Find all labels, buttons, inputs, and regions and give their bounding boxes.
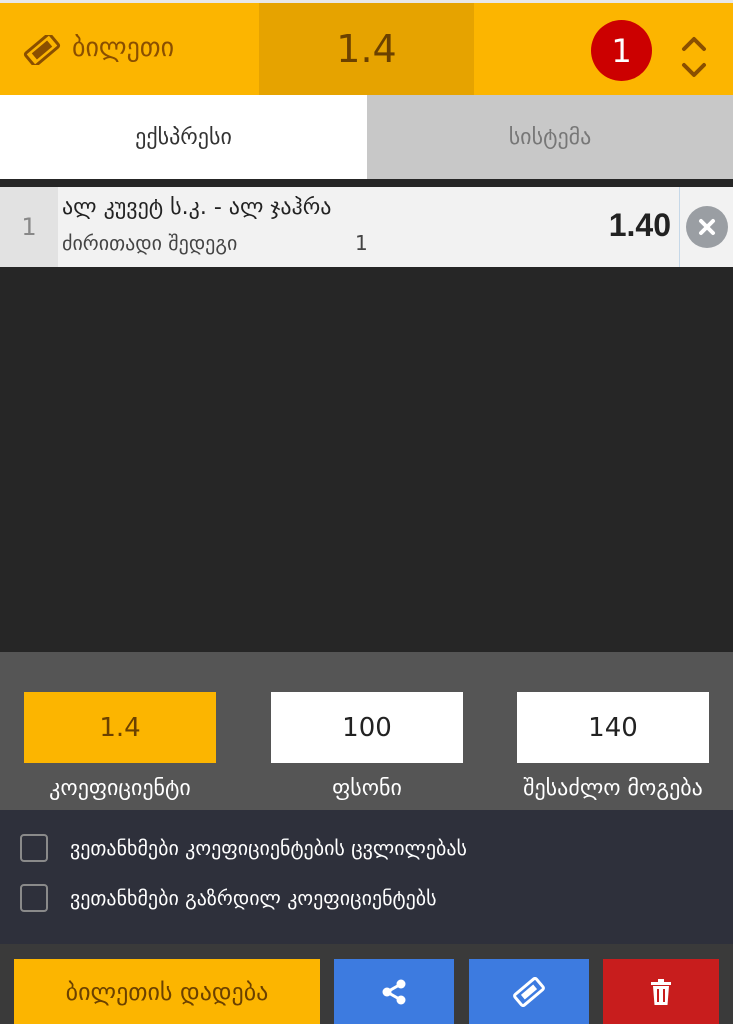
action-bar: ბილეთის დადება [0, 944, 733, 1024]
possible-win-value: 140 [517, 692, 709, 763]
possible-win-label: შესაძლო მოგება [523, 776, 703, 801]
stake-label: ფსონი [332, 776, 402, 801]
close-icon [685, 206, 728, 248]
trash-icon [651, 978, 671, 1005]
agreements-section: ვეთანხმები კოეფიციენტების ცვლილებას ვეთა… [0, 810, 733, 944]
delete-button[interactable] [603, 959, 719, 1024]
ticket-icon [513, 976, 545, 1007]
share-icon [382, 979, 406, 1004]
accept-odds-change-checkbox[interactable] [20, 834, 48, 862]
bet-count-badge: 1 [591, 20, 652, 81]
selection-odds: 1.40 [608, 207, 671, 243]
accept-odds-change-label: ვეთანხმები კოეფიციენტების ცვლილებას [70, 836, 467, 860]
total-odds-value: 1.4 [336, 27, 397, 71]
expand-collapse-icon[interactable] [678, 33, 710, 81]
match-name: ალ კუვეტ ს.კ. - ალ ჯაჰრა [62, 195, 332, 220]
accept-odds-change-option[interactable]: ვეთანხმები კოეფიციენტების ცვლილებას [20, 834, 467, 862]
share-button[interactable] [334, 959, 454, 1024]
tab-system[interactable]: სისტემა [367, 95, 733, 179]
stake-calculator: 1.4 100 140 კოეფიციენტი ფსონი შესაძლო მო… [0, 652, 733, 810]
accept-boosted-odds-option[interactable]: ვეთანხმები გაზრდილ კოეფიციენტებს [20, 884, 437, 912]
coefficient-label: კოეფიციენტი [49, 776, 191, 801]
place-bet-button[interactable]: ბილეთის დადება [14, 959, 320, 1024]
coefficient-value: 1.4 [24, 692, 216, 763]
total-odds-display: 1.4 [259, 3, 474, 95]
selection-pick: 1 [355, 231, 368, 255]
stake-input[interactable]: 100 [271, 692, 463, 763]
betslip-header[interactable]: ბილეთი 1.4 1 [0, 0, 733, 95]
betslip-title: ბილეთი [72, 33, 175, 63]
tab-express[interactable]: ექსპრესი [0, 95, 367, 179]
ticket-button[interactable] [469, 959, 589, 1024]
market-name: ძირითადი შედეგი [62, 231, 238, 255]
ticket-icon [23, 35, 61, 65]
remove-selection-button[interactable] [679, 187, 733, 267]
accept-boosted-odds-checkbox[interactable] [20, 884, 48, 912]
accept-boosted-odds-label: ვეთანხმები გაზრდილ კოეფიციენტებს [70, 886, 437, 910]
bet-number: 1 [0, 187, 58, 267]
bet-type-tabs: ექსპრესი სისტემა [0, 95, 733, 179]
bet-selection-row: 1 ალ კუვეტ ს.კ. - ალ ჯაჰრა ძირითადი შედე… [0, 187, 733, 267]
